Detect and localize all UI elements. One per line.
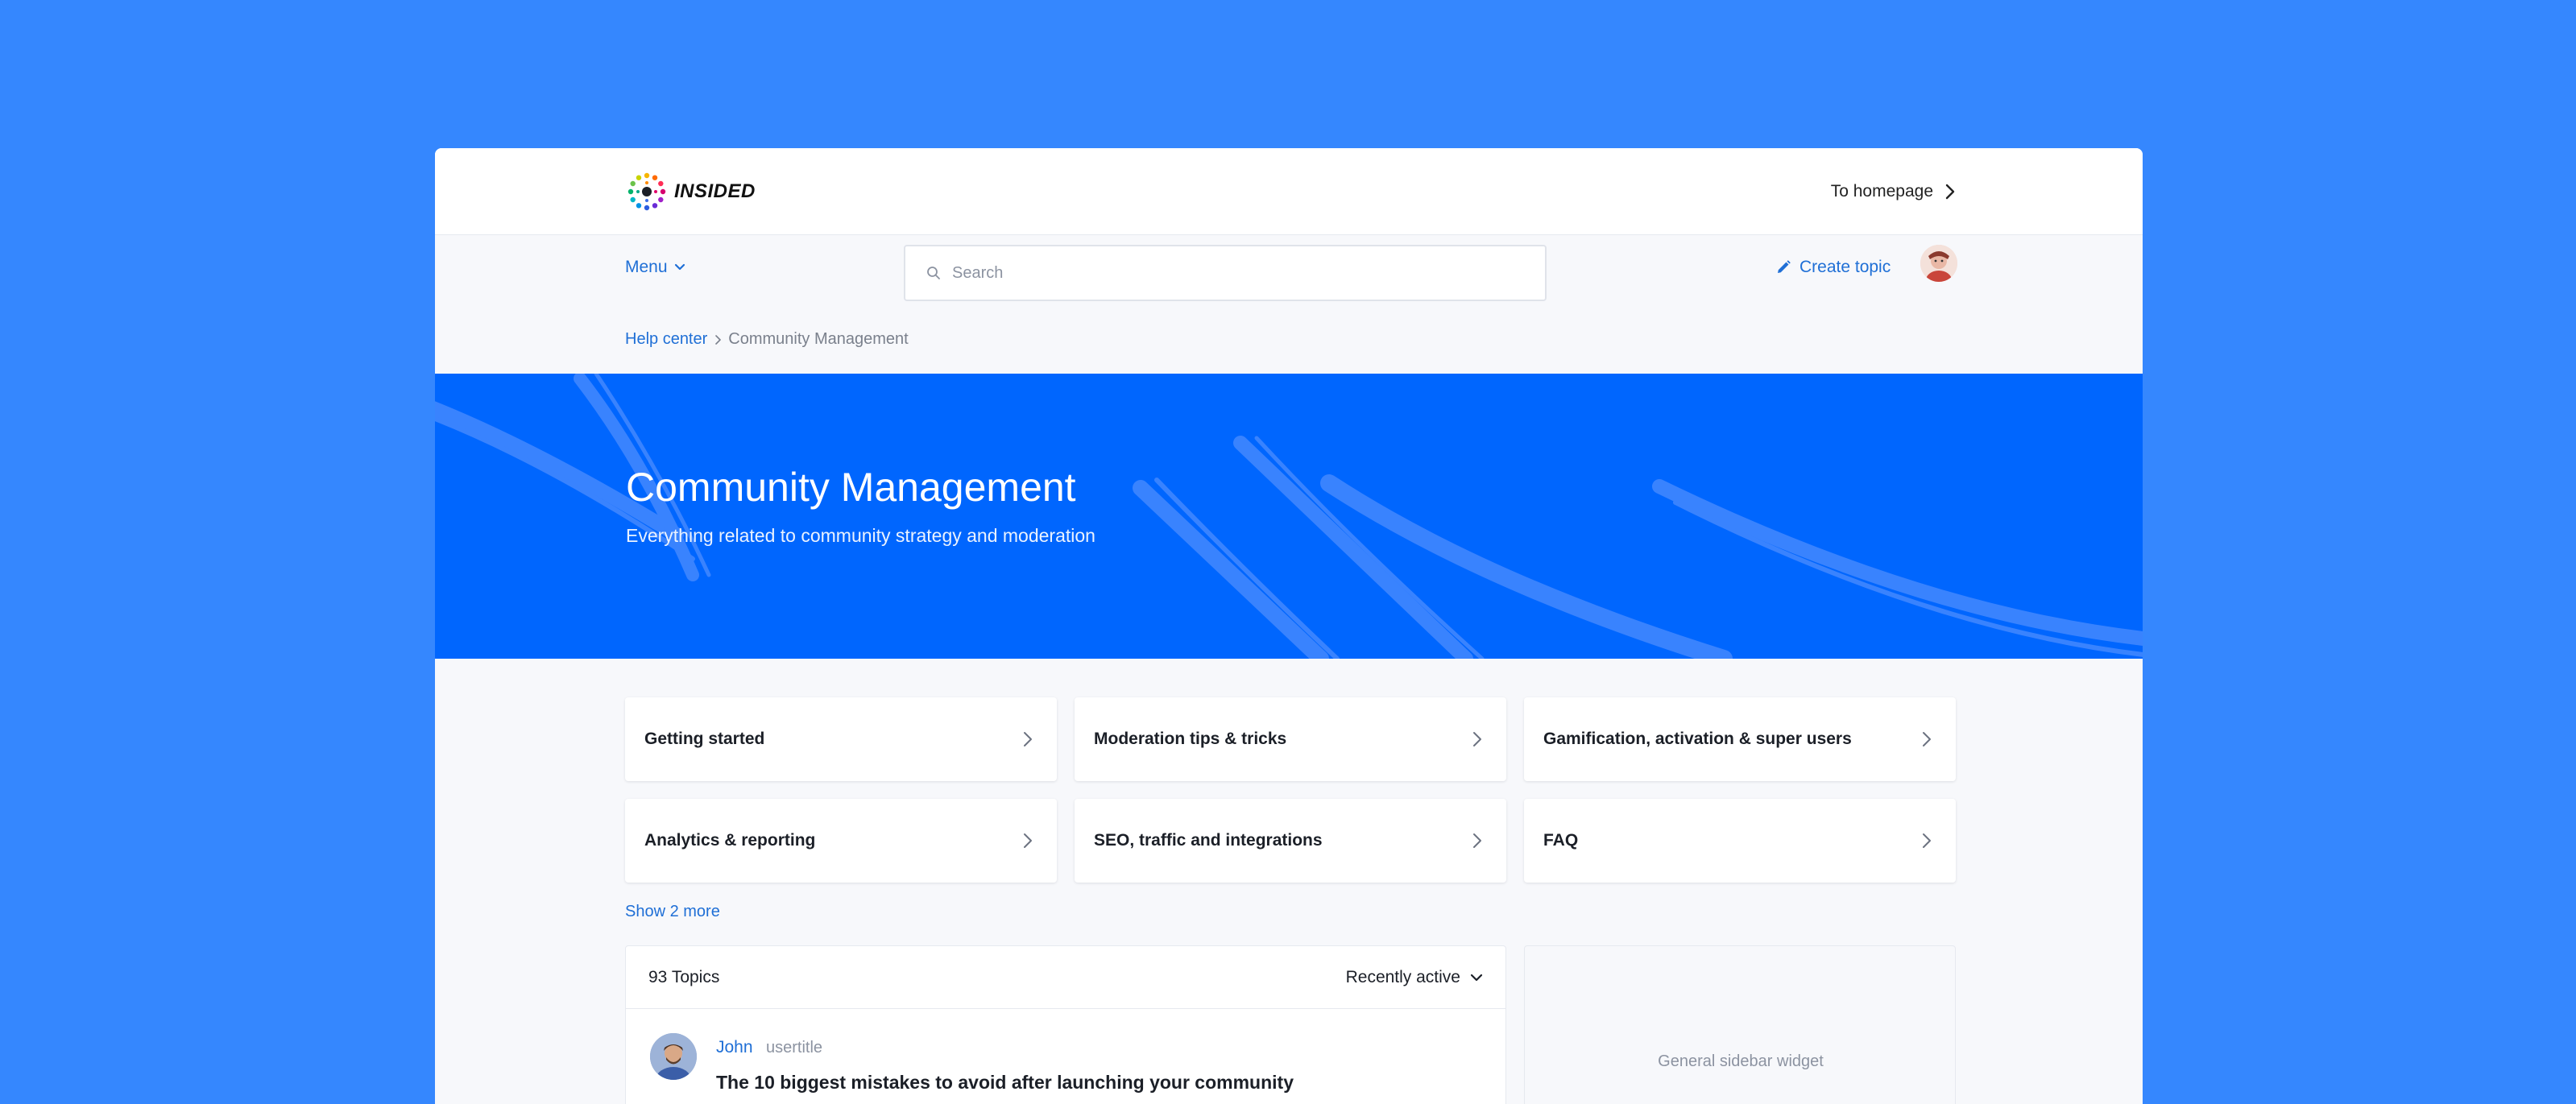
category-tile-faq[interactable]: FAQ	[1524, 799, 1956, 883]
breadcrumb-current: Community Management	[728, 330, 909, 348]
chevron-right-icon	[1923, 833, 1931, 848]
author-avatar[interactable]	[650, 1033, 697, 1080]
create-topic-button[interactable]: Create topic	[1775, 258, 1891, 277]
menu-label: Menu	[625, 258, 668, 276]
pencil-icon	[1778, 260, 1791, 273]
topic-author-name[interactable]: John	[716, 1038, 753, 1057]
chevron-right-icon	[1024, 732, 1032, 746]
sidebar-widget: General sidebar widget	[1524, 945, 1956, 1104]
chevron-right-icon	[1473, 833, 1481, 848]
category-tile-label: Gamification, activation & super users	[1543, 730, 1852, 748]
topic-list: 93 Topics Recently active John usertitle	[625, 945, 1506, 1104]
search-box[interactable]	[904, 245, 1547, 301]
brand-wordmark: INSIDED	[674, 180, 756, 202]
navigation-bar: Menu Create topic	[435, 235, 2143, 308]
insided-logo-icon	[627, 172, 666, 211]
chevron-right-icon	[1024, 833, 1032, 848]
search-icon	[927, 267, 940, 279]
chevron-down-icon	[1470, 974, 1483, 981]
topic-count: 93 Topics	[648, 967, 720, 986]
chevron-right-icon	[715, 334, 722, 345]
show-more-link[interactable]: Show 2 more	[625, 903, 720, 921]
category-tile-label: Moderation tips & tricks	[1094, 730, 1287, 748]
community-page: INSIDED To homepage Menu Search Create t…	[435, 148, 2143, 1104]
category-tile-analytics[interactable]: Analytics & reporting	[625, 799, 1057, 883]
chevron-down-icon	[674, 263, 685, 271]
user-avatar[interactable]	[1920, 245, 1957, 282]
sort-dropdown[interactable]: Recently active	[1346, 968, 1483, 987]
menu-dropdown[interactable]: Menu	[625, 258, 685, 277]
brand-logo[interactable]: INSIDED	[626, 171, 756, 213]
decorative-brush-strokes	[435, 374, 2143, 659]
category-title: Community Management	[626, 465, 1076, 510]
category-tile-moderation[interactable]: Moderation tips & tricks	[1075, 697, 1506, 781]
breadcrumb-help-center[interactable]: Help center	[625, 330, 707, 349]
author-avatar-image	[650, 1033, 697, 1080]
topic-author-usertitle: usertitle	[766, 1039, 823, 1056]
breadcrumb: Help center Community Management	[625, 330, 909, 349]
chevron-right-icon	[1945, 184, 1955, 200]
category-tile-label: Analytics & reporting	[644, 831, 816, 850]
topic-list-header: 93 Topics Recently active	[626, 946, 1505, 1009]
user-avatar-image	[1920, 245, 1957, 282]
sidebar-widget-label: General sidebar widget	[1658, 1052, 1824, 1070]
category-hero-banner: Community Management Everything related …	[435, 374, 2143, 659]
chevron-right-icon	[1473, 732, 1481, 746]
topic-title[interactable]: The 10 biggest mistakes to avoid after l…	[716, 1072, 1294, 1094]
category-tile-label: SEO, traffic and integrations	[1094, 831, 1323, 850]
category-description: Everything related to community strategy…	[626, 525, 1095, 546]
category-tile-gamification[interactable]: Gamification, activation & super users	[1524, 697, 1956, 781]
category-tile-seo[interactable]: SEO, traffic and integrations	[1075, 799, 1506, 883]
category-tile-label: FAQ	[1543, 831, 1579, 850]
sort-label: Recently active	[1345, 967, 1460, 986]
category-tile-getting-started[interactable]: Getting started	[625, 697, 1057, 781]
to-homepage-label: To homepage	[1830, 182, 1933, 201]
to-homepage-link[interactable]: To homepage	[1831, 177, 1956, 206]
top-bar: INSIDED To homepage	[435, 148, 2143, 235]
chevron-right-icon	[1923, 732, 1931, 746]
search-input[interactable]	[952, 263, 1516, 283]
create-topic-label: Create topic	[1799, 258, 1891, 276]
category-tile-label: Getting started	[644, 730, 765, 748]
topic-row[interactable]: John usertitle The 10 biggest mistakes t…	[626, 1009, 1505, 1104]
